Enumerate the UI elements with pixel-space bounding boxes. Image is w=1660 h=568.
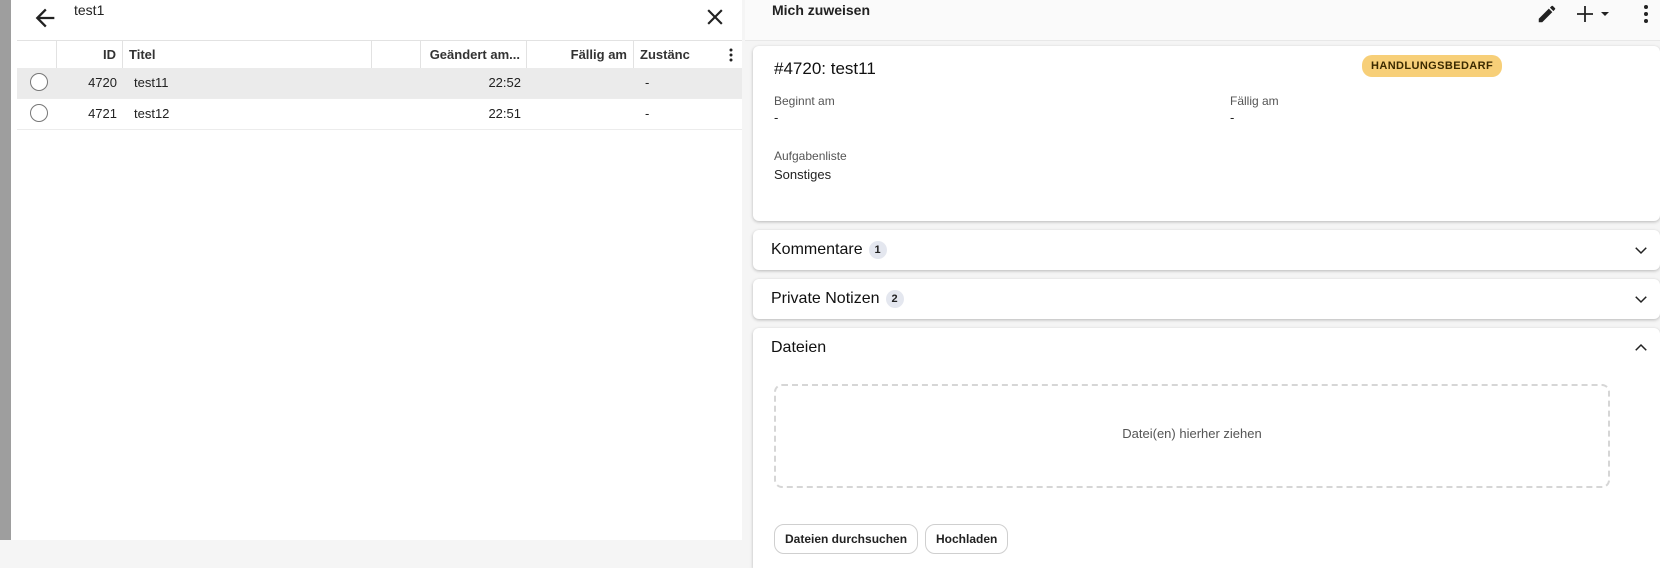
private-notes-panel[interactable]: Private Notizen 2 [753, 279, 1660, 319]
more-options-button[interactable] [1641, 3, 1651, 25]
pencil-icon [1538, 5, 1556, 23]
private-notes-count-badge: 2 [885, 289, 904, 308]
assign-me-button[interactable]: Mich zuweisen [772, 2, 870, 18]
comments-count-badge: 1 [868, 240, 887, 259]
row-title: test11 [134, 75, 169, 90]
close-icon [707, 9, 723, 25]
arrow-left-icon [35, 8, 55, 28]
status-badge: HANDLUNGSBEDARF [1362, 55, 1503, 77]
tasklist-label: Aufgabenliste [774, 149, 847, 163]
column-header-id[interactable]: ID [57, 41, 123, 68]
column-header-changed[interactable]: Geändert am... [421, 41, 527, 68]
comments-panel[interactable]: Kommentare 1 [753, 230, 1660, 270]
search-input[interactable]: test1 [74, 2, 104, 18]
tasklist-value: Sonstiges [774, 167, 832, 182]
row-assignee: - [645, 106, 650, 121]
clear-search-button[interactable] [702, 4, 728, 30]
more-vertical-icon [729, 48, 733, 62]
chevron-down-icon [1635, 296, 1647, 304]
start-date-value: - [774, 110, 779, 125]
edit-button[interactable] [1536, 3, 1558, 25]
column-header-title[interactable]: Titel [123, 41, 372, 68]
row-changed: 22:52 [488, 75, 521, 90]
row-select-radio[interactable] [30, 104, 48, 122]
chevron-down-icon [1635, 247, 1647, 255]
files-panel-title: Dateien [771, 339, 827, 356]
add-menu-button[interactable] [1575, 3, 1615, 25]
row-id: 4720 [88, 75, 117, 90]
row-assignee: - [645, 75, 650, 90]
list-toolbar: test1 [17, 0, 742, 40]
due-date-label: Fällig am [1230, 94, 1279, 108]
column-header-due[interactable]: Fällig am [527, 41, 634, 68]
task-detail-card: #4720: test11 HANDLUNGSBEDARF Beginnt am… [753, 46, 1660, 221]
more-vertical-icon [1644, 5, 1648, 23]
column-header-empty [372, 41, 421, 68]
select-column-header [17, 41, 57, 68]
row-changed: 22:51 [488, 106, 521, 121]
collapse-files-button[interactable] [1632, 339, 1650, 357]
row-select-radio[interactable] [30, 73, 48, 91]
table-header: ID Titel Geändert am... Fällig am Zustän… [17, 40, 742, 69]
row-title: test12 [134, 106, 170, 121]
column-header-assignee[interactable]: Zustänc [634, 41, 742, 68]
comments-panel-title: Kommentare [771, 241, 863, 258]
table-row[interactable]: 4721 test12 22:51 - [17, 99, 742, 130]
upload-button[interactable]: Hochladen [925, 524, 1009, 554]
task-detail-pane: Mich zuweisen #4720: test11 HANDLUNGSBED… [745, 0, 1660, 568]
comments-panel-header: Kommentare 1 [771, 230, 887, 270]
private-notes-panel-title: Private Notizen [771, 290, 880, 307]
detail-toolbar: Mich zuweisen [745, 0, 1660, 41]
due-date-value: - [1230, 110, 1235, 125]
file-drop-zone[interactable]: Datei(en) hierher ziehen [774, 384, 1610, 488]
private-notes-panel-header: Private Notizen 2 [771, 279, 904, 319]
back-button[interactable] [31, 4, 59, 32]
task-list-pane: test1 ID Titel Geändert am... Fällig am … [11, 0, 742, 540]
browse-files-button[interactable]: Dateien durchsuchen [774, 524, 919, 554]
expand-private-notes-button[interactable] [1632, 290, 1650, 308]
start-date-label: Beginnt am [774, 94, 835, 108]
expand-comments-button[interactable] [1632, 241, 1650, 259]
row-id: 4721 [88, 106, 117, 121]
chevron-up-icon [1635, 343, 1647, 351]
column-menu-button[interactable] [728, 48, 734, 62]
task-title: #4720: test11 [774, 59, 876, 78]
plus-icon [1577, 6, 1609, 22]
table-row[interactable]: 4720 test11 22:52 - [17, 68, 742, 99]
files-panel: Dateien Datei(en) hierher ziehen Dateien… [753, 328, 1660, 568]
window-edge-strip [0, 0, 11, 540]
drop-zone-text: Datei(en) hierher ziehen [1122, 426, 1262, 441]
